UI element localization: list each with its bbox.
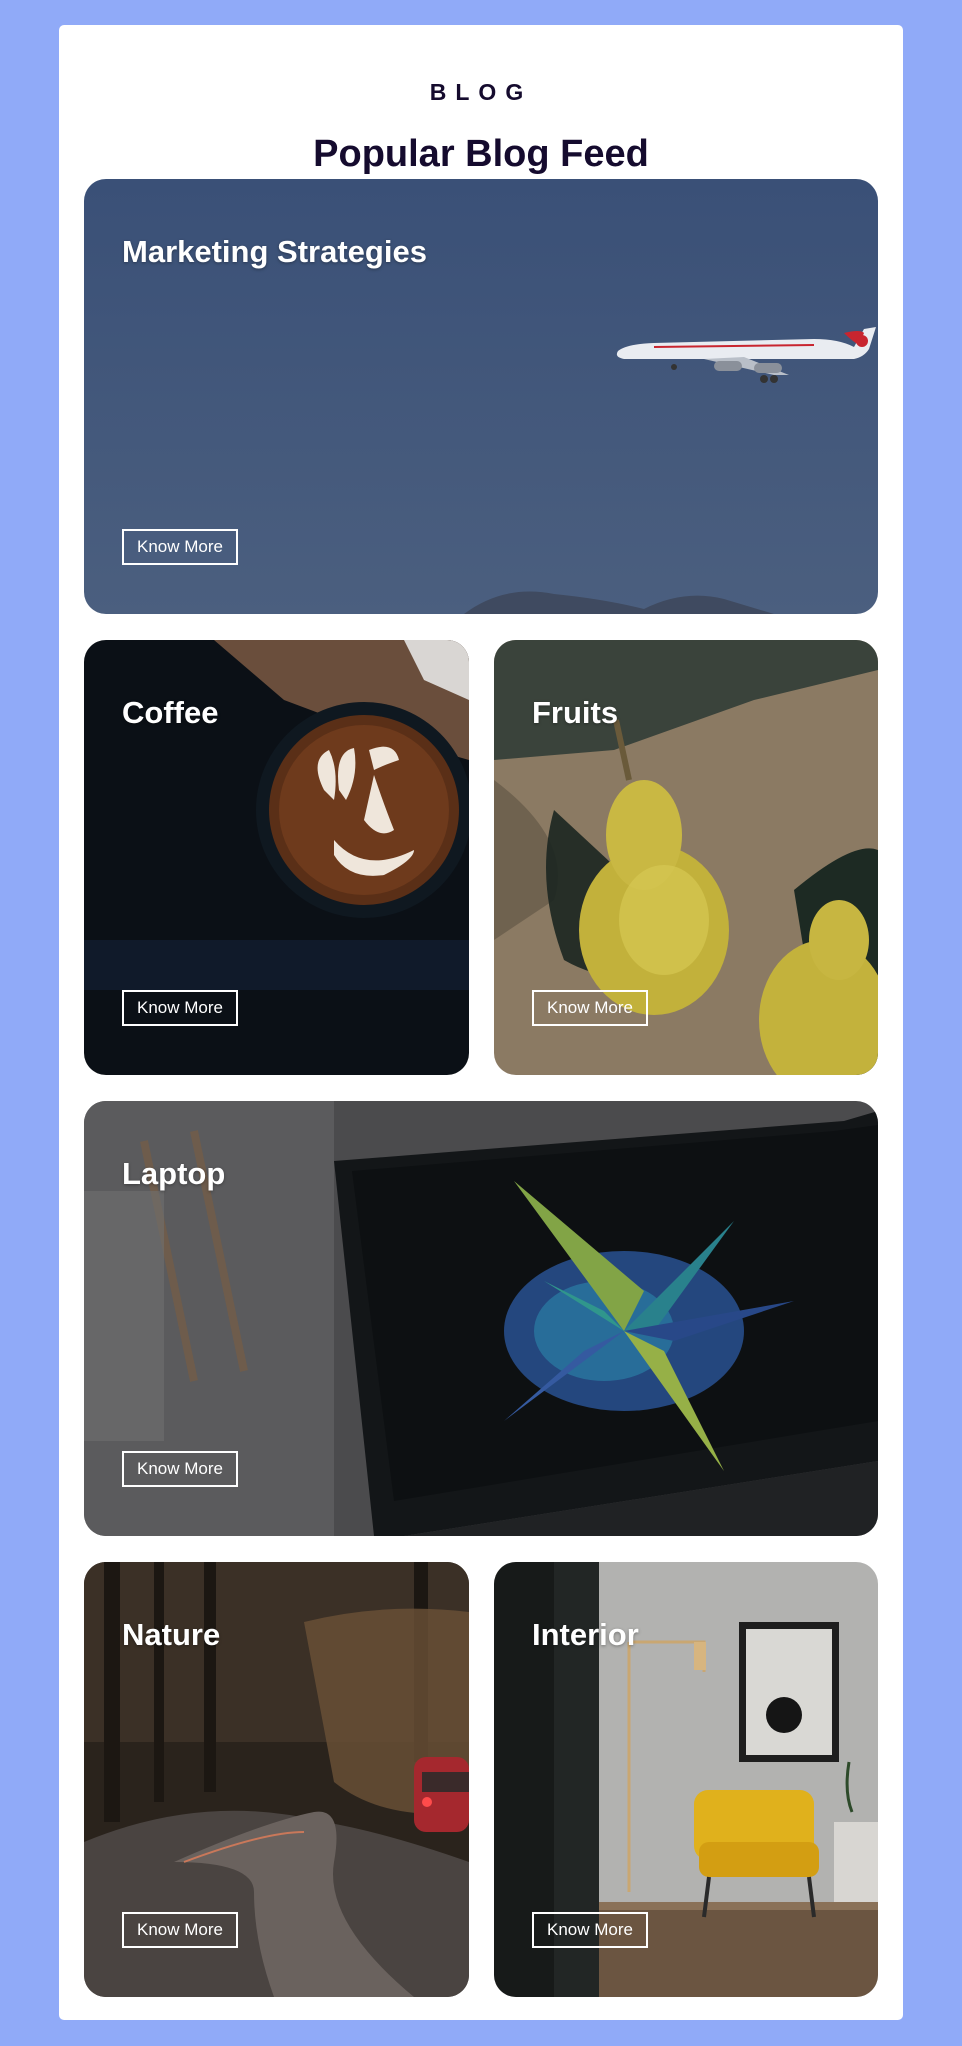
know-more-button[interactable]: Know More xyxy=(532,1912,648,1948)
blog-card-fruits[interactable]: Fruits Know More xyxy=(494,640,878,1075)
know-more-button[interactable]: Know More xyxy=(122,1912,238,1948)
card-title: Nature xyxy=(122,1617,221,1652)
card-title: Fruits xyxy=(532,695,619,730)
blog-card-coffee[interactable]: Coffee Know More xyxy=(84,640,469,1075)
card-title: Interior xyxy=(532,1617,639,1652)
know-more-button[interactable]: Know More xyxy=(122,529,238,565)
card-title: Laptop xyxy=(122,1156,226,1191)
blog-card-marketing[interactable]: Marketing Strategies Know More xyxy=(84,179,878,614)
know-more-button[interactable]: Know More xyxy=(122,1451,238,1487)
page-title: Popular Blog Feed xyxy=(313,133,649,175)
know-more-button[interactable]: Know More xyxy=(122,990,238,1026)
section-eyebrow: BLOG xyxy=(429,79,533,105)
blog-card-interior[interactable]: Interior Know More xyxy=(494,1562,878,1997)
blog-card-nature[interactable]: Nature Know More xyxy=(84,1562,469,1997)
know-more-button[interactable]: Know More xyxy=(532,990,648,1026)
card-title: Marketing Strategies xyxy=(122,234,427,269)
card-title: Coffee xyxy=(122,695,219,730)
blog-card-laptop[interactable]: Laptop Know More xyxy=(84,1101,878,1536)
